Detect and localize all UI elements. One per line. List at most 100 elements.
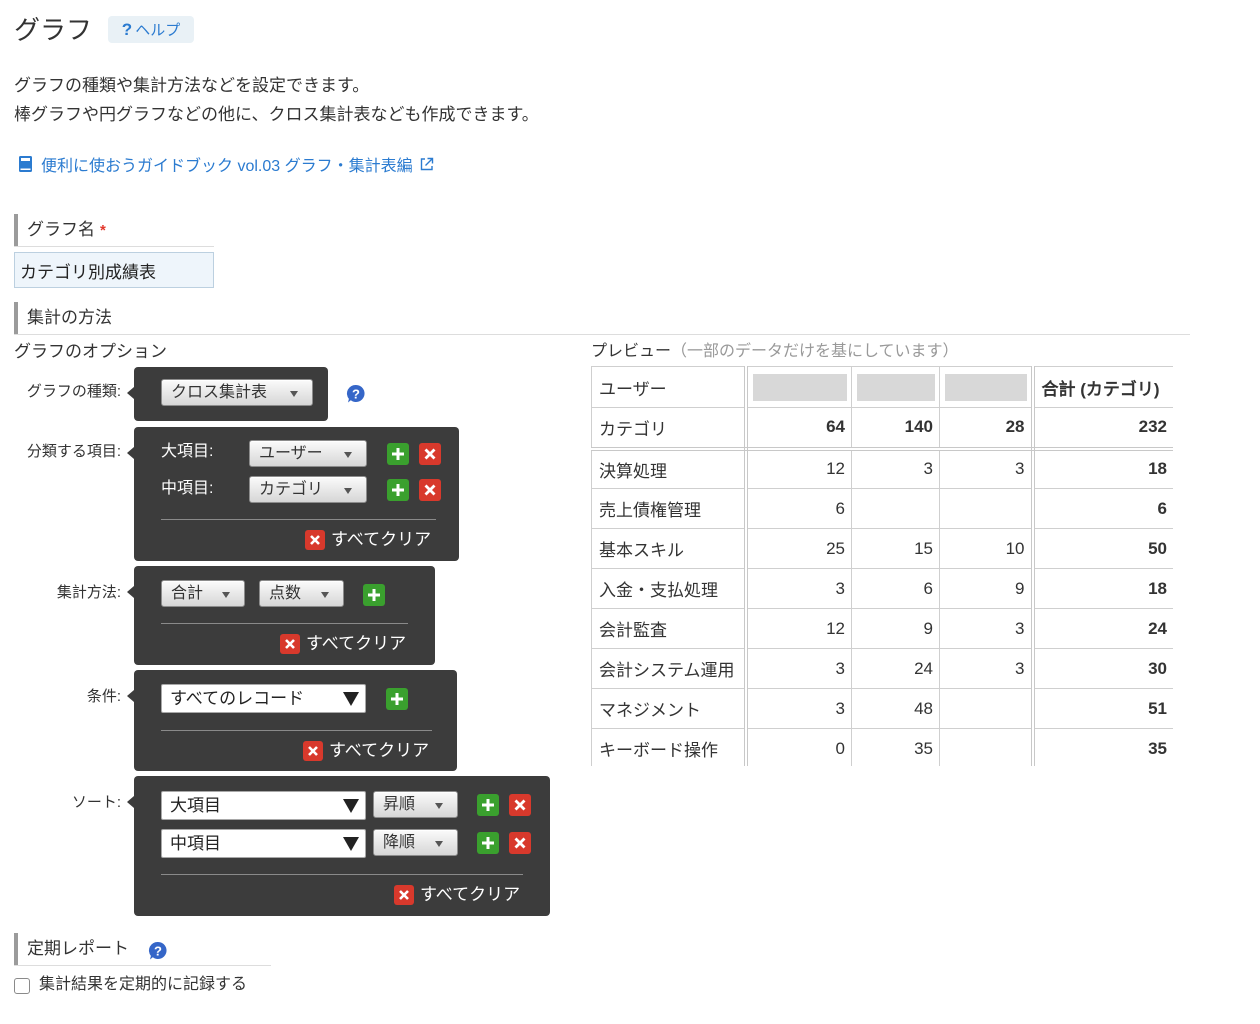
aggregation-section-label: 集計の方法	[14, 302, 1190, 335]
value-cell: 25	[745, 528, 852, 569]
table-row: マネジメント 3 48 51	[591, 688, 1173, 729]
aggregate-panel: 合計 点数 すべてクリア	[127, 566, 435, 665]
sort-field-value: 大項目	[170, 796, 221, 815]
remove-button[interactable]	[509, 832, 531, 854]
caret-down-icon	[343, 692, 359, 706]
user-placeholder	[857, 373, 935, 401]
clear-all-button[interactable]: すべてクリア	[280, 633, 406, 655]
panel-arrow	[127, 586, 134, 598]
graph-type-value: クロス集計表	[171, 384, 268, 401]
major-item-select[interactable]: ユーザー	[249, 440, 367, 467]
periodic-report-checkbox-label[interactable]: 集計結果を定期的に記録する	[39, 975, 247, 995]
sort-panel: 大項目 昇順 中項目 降順 すべてクリア	[127, 776, 550, 916]
add-button[interactable]	[387, 479, 409, 501]
value-cell: 140	[851, 407, 940, 451]
aggregation-label: 集計の方法	[27, 308, 112, 327]
graph-name-label: グラフ名	[27, 220, 95, 239]
caret-down-icon	[344, 488, 352, 494]
aggregate-function-select[interactable]: 合計	[161, 580, 245, 607]
value-cell: 9	[851, 608, 940, 649]
user-placeholder	[752, 373, 847, 401]
user-header-cell	[851, 366, 940, 408]
value-cell	[939, 688, 1035, 729]
caret-down-icon	[343, 837, 359, 851]
row-label-cell: 入金・支払処理	[591, 568, 748, 609]
header-total-label: 合計 (カテゴリ)	[1032, 366, 1173, 408]
sort-order-select[interactable]: 降順	[373, 829, 458, 856]
graph-type-panel: クロス集計表	[127, 367, 328, 421]
clear-all-button[interactable]: すべてクリア	[305, 529, 431, 551]
panel-arrow	[127, 387, 134, 399]
value-cell: 64	[745, 407, 852, 451]
caret-down-icon	[435, 841, 443, 847]
caret-down-icon	[290, 391, 298, 397]
major-item-label: 大項目:	[161, 443, 214, 460]
table-row: キーボード操作 0 35 35	[591, 728, 1173, 766]
add-button[interactable]	[363, 584, 385, 606]
row-label-cell: カテゴリ	[591, 407, 748, 451]
value-cell: 15	[851, 528, 940, 569]
remove-button[interactable]	[509, 794, 531, 816]
graph-type-help-icon[interactable]: ?	[346, 384, 366, 404]
total-cell: 35	[1032, 728, 1173, 766]
header-row-label: ユーザー	[591, 366, 748, 408]
sort-order-value: 降順	[383, 834, 416, 851]
add-button[interactable]	[477, 794, 499, 816]
total-cell: 6	[1032, 488, 1173, 529]
user-header-cell	[939, 366, 1035, 408]
sort-field-value: 中項目	[170, 834, 221, 853]
svg-text:?: ?	[352, 387, 360, 402]
add-button[interactable]	[387, 443, 409, 465]
add-button[interactable]	[477, 832, 499, 854]
minor-item-select[interactable]: カテゴリ	[249, 476, 367, 503]
row-label-cell: マネジメント	[591, 688, 748, 729]
sort-field-select[interactable]: 中項目	[161, 829, 366, 858]
caret-down-icon	[344, 452, 352, 458]
panel-arrow	[127, 796, 134, 808]
aggregate-field-select[interactable]: 点数	[259, 580, 344, 607]
caret-down-icon	[435, 803, 443, 809]
table-row: 決算処理 12 3 3 18	[591, 448, 1173, 489]
remove-button[interactable]	[419, 443, 441, 465]
table-row: 会計システム運用 3 24 3 30	[591, 648, 1173, 689]
total-cell: 232	[1032, 407, 1173, 451]
help-button-label: ヘルプ	[135, 22, 181, 39]
guidebook-link[interactable]: 便利に使おうガイドブック vol.03 グラフ・集計表編	[18, 152, 434, 176]
value-cell: 9	[939, 568, 1035, 609]
sort-order-select[interactable]: 昇順	[373, 791, 458, 818]
minor-item-value: カテゴリ	[259, 481, 324, 498]
value-cell: 6	[851, 568, 940, 609]
value-cell: 3	[939, 648, 1035, 689]
sort-field-select[interactable]: 大項目	[161, 791, 366, 820]
condition-select[interactable]: すべてのレコード	[161, 684, 366, 713]
row-label-cell: 基本スキル	[591, 528, 748, 569]
guidebook-link-text[interactable]: 便利に使おうガイドブック vol.03 グラフ・集計表編	[41, 152, 413, 176]
page-title: グラフ	[14, 15, 93, 45]
remove-button[interactable]	[419, 479, 441, 501]
divider	[161, 874, 523, 875]
help-button[interactable]: ? ヘルプ	[108, 16, 194, 43]
row-label-cell: 決算処理	[591, 448, 748, 489]
value-cell: 35	[851, 728, 940, 766]
preview-table-scroll[interactable]: ユーザー 合計 (カテゴリ) カテゴリ 64 140 28 232 決算処理 1…	[591, 366, 1173, 766]
periodic-report-checkbox[interactable]	[14, 978, 30, 994]
caret-down-icon	[343, 799, 359, 813]
graph-name-input[interactable]	[14, 252, 214, 288]
clear-all-button[interactable]: すべてクリア	[394, 884, 520, 906]
close-icon	[394, 885, 414, 905]
periodic-report-help-icon[interactable]: ?	[148, 941, 168, 961]
close-icon	[303, 741, 323, 761]
clear-all-button[interactable]: すべてクリア	[303, 740, 429, 762]
add-button[interactable]	[386, 688, 408, 710]
row-label-cell: 会計システム運用	[591, 648, 748, 689]
graph-type-select[interactable]: クロス集計表	[161, 379, 313, 406]
row-label-cell: 会計監査	[591, 608, 748, 649]
clear-all-label: すべてクリア	[331, 530, 432, 549]
clear-all-label: すべてクリア	[329, 741, 430, 760]
category-total-row: カテゴリ 64 140 28 232	[591, 407, 1173, 451]
graph-options-heading: グラフのオプション	[14, 342, 167, 361]
panel-arrow	[127, 447, 134, 459]
value-cell: 12	[745, 608, 852, 649]
section-bar	[14, 933, 18, 965]
value-cell: 3	[745, 648, 852, 689]
